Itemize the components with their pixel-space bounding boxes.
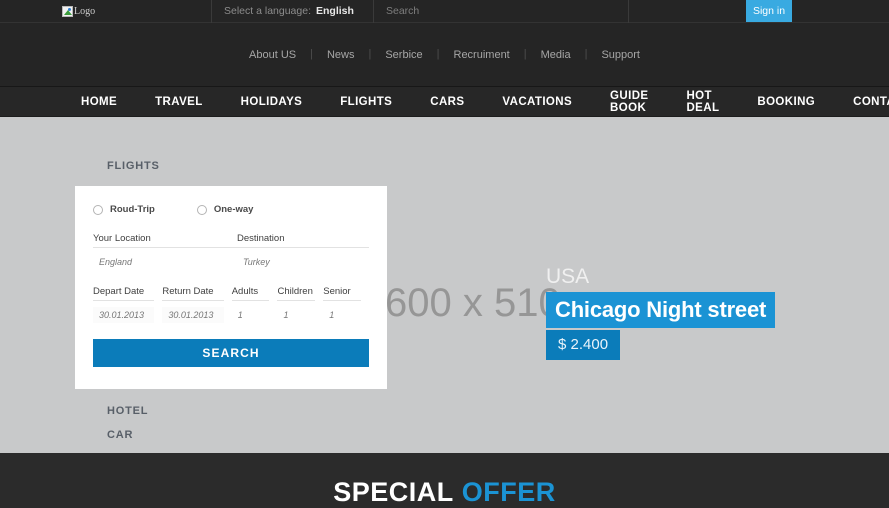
trip-type-radio-group: Roud-Trip One-way xyxy=(93,204,369,215)
date-and-passenger-row: Depart Date Return Date Adults Children … xyxy=(93,286,369,323)
booking-tab-car[interactable]: CAR xyxy=(107,423,387,447)
senior-field: Senior xyxy=(323,286,362,323)
return-date-field: Return Date xyxy=(162,286,224,323)
secondary-nav-item-serbice[interactable]: Serbice xyxy=(371,49,436,61)
sign-in-button[interactable]: Sign in xyxy=(746,0,792,22)
booking-widget-panel: Roud-Trip One-way Your Location Destinat… xyxy=(75,186,387,389)
secondary-nav-item-news[interactable]: News xyxy=(313,49,369,61)
main-nav-item-hot-deal[interactable]: HOT DEAL xyxy=(667,90,738,114)
destination-field: Destination xyxy=(236,233,369,270)
booking-widget-tab-group: HOTEL CAR VACATION xyxy=(75,389,387,453)
hero-price-badge: $ 2.400 xyxy=(546,330,621,361)
secondary-nav-item-support[interactable]: Support xyxy=(587,49,654,61)
booking-widget-active-tab-group: FLIGHTS xyxy=(75,154,387,186)
main-nav-item-cars[interactable]: CARS xyxy=(411,96,483,108)
search-button[interactable]: SEARCH xyxy=(93,339,369,367)
logo-cell[interactable]: Logo xyxy=(0,0,212,23)
depart-date-input[interactable] xyxy=(93,307,155,323)
language-selector[interactable]: Select a language: English xyxy=(212,0,374,23)
main-nav-item-contact[interactable]: CONTACT xyxy=(834,96,889,108)
top-utility-bar: Logo Select a language: English Search S… xyxy=(0,0,889,23)
main-navigation: HOME TRAVEL HOLIDAYS FLIGHTS CARS VACATI… xyxy=(0,87,889,117)
return-date-label: Return Date xyxy=(162,286,224,301)
logo-alt-text: Logo xyxy=(74,5,96,17)
booking-widget: FLIGHTS Roud-Trip One-way Your Location xyxy=(75,154,387,453)
secondary-nav-item-media[interactable]: Media xyxy=(527,49,585,61)
booking-tab-flights[interactable]: FLIGHTS xyxy=(107,154,387,178)
radio-roundtrip[interactable]: Roud-Trip xyxy=(93,204,155,215)
depart-date-field: Depart Date xyxy=(93,286,155,323)
search-input[interactable]: Search xyxy=(386,5,419,17)
main-nav-item-guide-book[interactable]: GUIDE BOOK xyxy=(591,90,667,114)
secondary-nav-item-recruiment[interactable]: Recruiment xyxy=(440,49,524,61)
radio-oneway-label: One-way xyxy=(213,204,254,215)
adults-input[interactable] xyxy=(231,307,270,323)
special-offer-heading-white: SPECIAL xyxy=(333,477,454,507)
broken-image-icon xyxy=(62,5,73,17)
children-label: Children xyxy=(277,286,316,301)
destination-label: Destination xyxy=(236,233,369,248)
main-nav-item-vacations[interactable]: VACATIONS xyxy=(483,96,591,108)
radio-roundtrip-label: Roud-Trip xyxy=(110,204,155,215)
special-offer-section: SPECIAL OFFER xyxy=(0,453,889,508)
adults-field: Adults xyxy=(231,286,270,323)
radio-unchecked-icon xyxy=(93,204,103,215)
booking-tab-hotel[interactable]: HOTEL xyxy=(107,399,387,423)
return-date-input[interactable] xyxy=(162,307,224,323)
your-location-label: Your Location xyxy=(93,233,237,248)
main-nav-item-travel[interactable]: TRAVEL xyxy=(136,96,222,108)
special-offer-heading-blue: OFFER xyxy=(461,477,556,507)
main-nav-item-booking[interactable]: BOOKING xyxy=(738,96,834,108)
senior-input[interactable] xyxy=(323,307,362,323)
special-offer-heading: SPECIAL OFFER xyxy=(333,477,556,508)
secondary-navigation: About US | News | Serbice | Recruiment |… xyxy=(0,23,889,87)
your-location-field: Your Location xyxy=(93,233,237,270)
location-field-row: Your Location Destination xyxy=(93,233,369,270)
language-label: Select a language: xyxy=(224,5,311,17)
your-location-input[interactable] xyxy=(93,254,237,270)
hero-country-label: USA xyxy=(546,265,590,288)
main-nav-item-holidays[interactable]: HOLIDAYS xyxy=(222,96,322,108)
senior-label: Senior xyxy=(323,286,362,301)
adults-label: Adults xyxy=(231,286,270,301)
destination-input[interactable] xyxy=(236,254,369,270)
main-nav-item-home[interactable]: HOME xyxy=(62,96,136,108)
language-value[interactable]: English xyxy=(316,5,354,17)
radio-unchecked-icon xyxy=(196,204,207,215)
booking-tab-vacation[interactable]: VACATION xyxy=(107,447,387,453)
search-cell[interactable]: Search xyxy=(374,0,629,23)
hero-title: Chicago Night street xyxy=(546,292,776,329)
hero-section: 600 x 510 FLIGHTS Roud-Trip One-way Your… xyxy=(0,117,889,453)
hero-caption: USA Chicago Night street $ 2.400 xyxy=(546,265,846,361)
depart-date-label: Depart Date xyxy=(93,286,155,301)
secondary-nav-item-about-us[interactable]: About US xyxy=(235,49,310,61)
radio-oneway[interactable]: One-way xyxy=(196,204,254,215)
main-nav-item-flights[interactable]: FLIGHTS xyxy=(321,96,411,108)
children-input[interactable] xyxy=(277,307,316,323)
children-field: Children xyxy=(277,286,316,323)
site-logo-broken-image: Logo xyxy=(62,5,96,17)
